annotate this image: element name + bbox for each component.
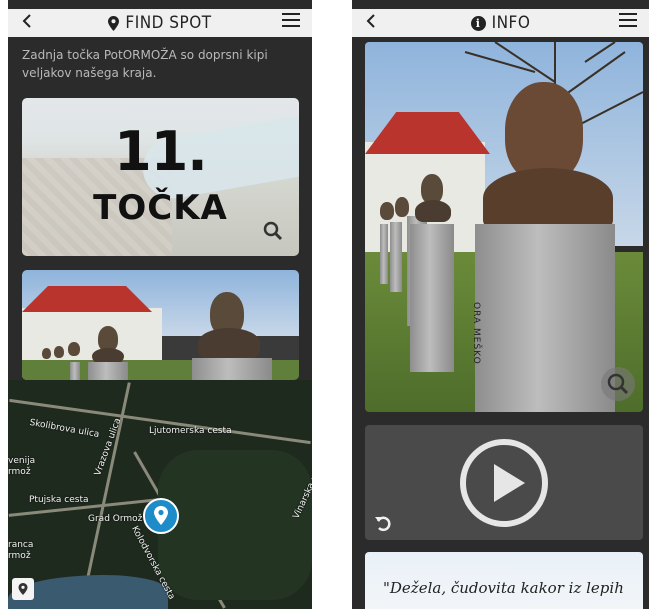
bust-head: [395, 197, 409, 217]
info-screen: i INFO ORA MEŠKO "Dežela, čudovita kakor…: [352, 0, 649, 609]
bust-head: [380, 202, 394, 220]
quote-text: "Dežela, čudovita kakor iz lepih: [383, 579, 624, 597]
point-number: 11.: [114, 120, 208, 183]
hamburger-menu-icon: [619, 13, 637, 15]
hamburger-line: [282, 19, 300, 21]
bust-pedestal: [70, 362, 80, 380]
map-label: ranca: [8, 540, 34, 550]
intro-text: Zadnja točka PotORMOŽA so doprsni kipi v…: [22, 48, 268, 80]
bust-head: [54, 346, 64, 358]
map-label: Skolibrova ulica: [28, 417, 101, 441]
video-player[interactable]: [365, 425, 643, 540]
map-label: rmož: [8, 467, 31, 477]
top-bar: FIND SPOT: [8, 9, 312, 37]
page-title: i INFO: [470, 13, 531, 33]
menu-button[interactable]: [282, 13, 300, 27]
back-button[interactable]: [366, 12, 376, 33]
point-word: TOČKA: [93, 188, 228, 228]
hamburger-menu-icon: [282, 13, 300, 15]
find-spot-screen: FIND SPOT Zadnja točka PotORMOŽA so dopr…: [8, 0, 312, 609]
bust-pedestal: [192, 358, 272, 380]
bust-shoulders: [198, 328, 260, 358]
map-view[interactable]: Skolibrova ulica Vrazova ulica Ljutomers…: [8, 380, 312, 609]
bust-pedestal: [410, 224, 454, 372]
magnifier-icon: [607, 373, 629, 395]
map-label: Vrazova ulica: [93, 416, 124, 478]
map-label: venija: [8, 456, 36, 466]
quote-card: "Dežela, čudovita kakor iz lepih: [365, 552, 643, 609]
menu-button[interactable]: [619, 13, 637, 27]
bust-photo[interactable]: ORA MEŠKO: [365, 42, 643, 412]
info-icon: i: [470, 15, 486, 31]
page-title-text: INFO: [491, 13, 531, 33]
bust-pedestal: [88, 362, 128, 380]
bust-shoulders: [483, 168, 613, 228]
chevron-left-icon: [22, 14, 31, 28]
locate-button[interactable]: [12, 578, 34, 600]
busts-photo-card[interactable]: [22, 270, 299, 380]
bust-head: [68, 342, 80, 356]
replay-icon[interactable]: [373, 513, 393, 533]
zoom-button[interactable]: [601, 367, 635, 401]
magnifier-icon[interactable]: [262, 220, 284, 242]
bust-pedestal: [390, 222, 402, 292]
page-title: FIND SPOT: [108, 13, 211, 33]
bust-pedestal: [475, 224, 615, 412]
map-label: Grad Ormož: [88, 514, 143, 524]
map-park: [158, 450, 312, 600]
map-label: Ptujska cesta: [29, 495, 89, 505]
map-pin-icon: [108, 15, 120, 31]
play-icon[interactable]: [459, 438, 549, 528]
hamburger-line: [619, 19, 637, 21]
page-title-text: FIND SPOT: [125, 13, 212, 33]
location-marker[interactable]: [143, 498, 179, 540]
bust-head: [42, 348, 51, 359]
bust-shoulders: [415, 200, 451, 222]
hamburger-line: [282, 25, 300, 27]
location-pin-icon: [18, 583, 28, 595]
hamburger-line: [619, 25, 637, 27]
map-label: rmož: [8, 551, 31, 561]
bust-pedestal: [380, 224, 388, 284]
chevron-left-icon: [366, 14, 375, 28]
map-label: Ljutomerska cesta: [149, 426, 232, 436]
bust-head: [505, 82, 583, 182]
point-card[interactable]: 11. TOČKA: [22, 98, 299, 256]
pedestal-plaque: ORA MEŠKO: [471, 302, 481, 365]
top-bar: i INFO: [352, 9, 649, 37]
back-button[interactable]: [22, 12, 32, 33]
